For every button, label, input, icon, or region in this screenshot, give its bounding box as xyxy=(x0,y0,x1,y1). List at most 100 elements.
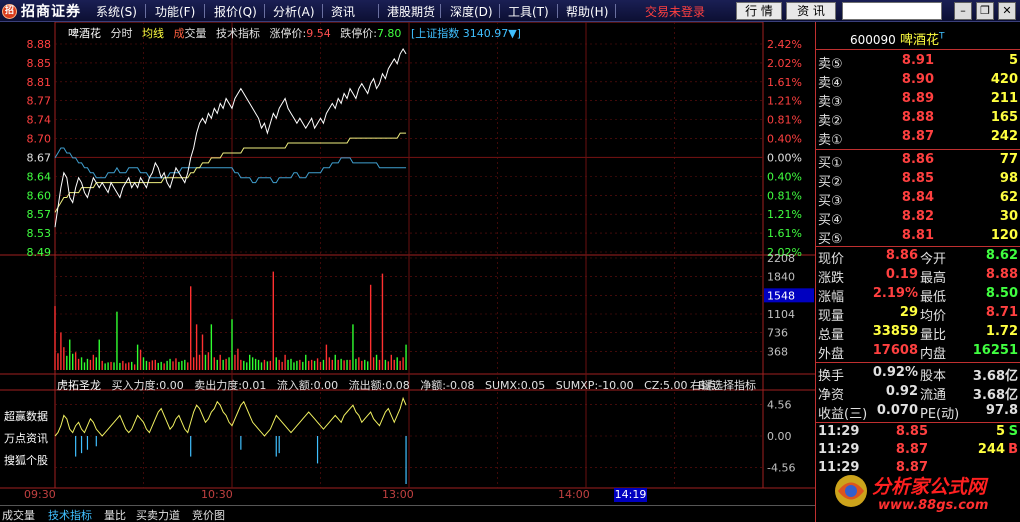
bid-price: 8.86 xyxy=(901,152,934,167)
y-tick-label: 8.81 xyxy=(27,76,52,89)
y-right-tick-label: 0.00% xyxy=(767,151,802,164)
menu-news[interactable]: 资讯 xyxy=(331,3,355,20)
y-right-tick-label: 1.21% xyxy=(767,95,802,108)
restore-icon[interactable]: ❐ xyxy=(976,2,994,20)
sumx: SUMX:0.05 xyxy=(484,379,546,392)
stat-row: 现价 8.86 今开 8.62 xyxy=(816,248,1020,267)
ask-label: 卖② xyxy=(818,114,843,129)
bid-price: 8.85 xyxy=(901,171,934,186)
tick-side: B xyxy=(1008,442,1018,457)
inflow: 流入额:0.00 xyxy=(276,379,339,392)
stat-label: 涨幅 xyxy=(818,290,845,305)
menu-tools[interactable]: 工具(T) xyxy=(508,3,549,20)
menu-system[interactable]: 系统(S) xyxy=(96,3,137,20)
volume-label-b: 交量 xyxy=(184,27,207,40)
index-readout[interactable]: [上证指数 3140.97▼] xyxy=(411,27,521,40)
menu-bar: 招 招商证券 系统(S) 功能(F) 报价(Q) 分析(A) 资讯 港股期货 深… xyxy=(0,0,1020,22)
tab-tech-indicator[interactable]: 技术指标 xyxy=(48,507,92,522)
y-right-tick-label: 1.61% xyxy=(767,76,802,89)
y-right-tick-label: 1.61% xyxy=(767,227,802,240)
time-label-1300: 13:00 xyxy=(382,488,414,501)
ask-volume: 5 xyxy=(1008,53,1018,68)
app-logo: 招 招商证券 xyxy=(2,2,81,20)
tech-indicator-label[interactable]: 技术指标 xyxy=(216,27,260,40)
search-input[interactable] xyxy=(842,2,942,20)
avg-line-label[interactable]: 均线 xyxy=(142,27,164,40)
indicator-name[interactable]: 虎拓圣龙 xyxy=(57,379,101,392)
ask-label: 卖④ xyxy=(818,76,843,91)
menu-help[interactable]: 帮助(H) xyxy=(566,3,608,20)
limit-down-value: 7.80 xyxy=(376,27,402,40)
tick-price: 8.85 xyxy=(895,424,928,439)
y-right-tick-label: 0.40% xyxy=(767,170,802,183)
stat-row: 涨幅 2.19% 最低 8.50 xyxy=(816,286,1020,305)
quote-button[interactable]: 行 情 xyxy=(736,2,782,20)
y-tick-label: 8.67 xyxy=(27,151,52,164)
menu-analysis[interactable]: 分析(A) xyxy=(273,3,315,20)
menu-hk-futures[interactable]: 港股期货 xyxy=(387,3,435,20)
ask-row[interactable]: 卖⑤ 8.91 5 xyxy=(816,53,1020,72)
menu-quote[interactable]: 报价(Q) xyxy=(214,3,257,20)
stat-value: 97.8 xyxy=(985,403,1018,418)
stat-label: 涨跌 xyxy=(818,271,845,286)
time-label-1030: 10:30 xyxy=(201,488,233,501)
cz: CZ:5.00 xyxy=(644,379,688,392)
bid-volume: 120 xyxy=(990,228,1018,243)
tick-vol: 244 xyxy=(977,442,1005,457)
stat-value: 33859 xyxy=(872,324,918,339)
side-link-chaoying[interactable]: 超赢数据 xyxy=(4,408,48,424)
bid-row[interactable]: 买① 8.86 77 xyxy=(816,152,1020,171)
tab-volume-ratio[interactable]: 量比 xyxy=(104,507,126,522)
indicator-select-hint[interactable]: 右键选择指标 xyxy=(690,377,756,393)
y-tick-label: 8.49 xyxy=(27,246,52,259)
stat-value: 2.19% xyxy=(872,286,918,301)
y-right-tick-label: 0.81% xyxy=(767,114,802,127)
stat-value: 16251 xyxy=(972,343,1018,358)
tick-row: 11:29 8.87 244 B xyxy=(816,442,1020,461)
stat-label: 现量 xyxy=(818,309,845,324)
bid-label: 买⑤ xyxy=(818,232,843,247)
ask-volume: 211 xyxy=(990,91,1018,106)
tick-row: 11:29 8.85 5 S xyxy=(816,424,1020,443)
tick-side: S xyxy=(1008,424,1018,439)
login-status[interactable]: 交易未登录 xyxy=(645,3,705,20)
stock-code: 600090 xyxy=(850,33,896,47)
menu-function[interactable]: 功能(F) xyxy=(155,3,195,20)
bid-row[interactable]: 买② 8.85 98 xyxy=(816,171,1020,190)
tick-time: 11:29 xyxy=(818,442,860,457)
intraday-chart[interactable]: 8.88 2.42% 8.85 2.02% 8.81 1.61% 8.77 1.21% 8.74… xyxy=(0,22,815,522)
bid-label: 买① xyxy=(818,156,843,171)
stat-label: 流通 xyxy=(920,388,947,403)
bid-volume: 62 xyxy=(999,190,1018,205)
tab-auction-chart[interactable]: 竞价图 xyxy=(192,507,225,522)
minimize-icon[interactable]: – xyxy=(954,2,972,20)
ask-row[interactable]: 卖③ 8.89 211 xyxy=(816,91,1020,110)
side-link-sohu[interactable]: 搜狐个股 xyxy=(4,452,48,468)
ask-row[interactable]: 卖② 8.88 165 xyxy=(816,110,1020,129)
bid-row[interactable]: 买③ 8.84 62 xyxy=(816,190,1020,209)
bottom-tab-bar: 成交量 技术指标 量比 买卖力道 竞价图 xyxy=(0,505,815,522)
stat-value: 3.68亿 xyxy=(972,369,1018,384)
bid-row[interactable]: 买④ 8.82 30 xyxy=(816,209,1020,228)
bid-price: 8.81 xyxy=(901,228,934,243)
side-link-wandian[interactable]: 万点资讯 xyxy=(4,430,48,446)
time-axis: 09:30 10:30 13:00 14:00 14:19 xyxy=(0,488,815,502)
bid-price: 8.82 xyxy=(901,209,934,224)
limit-up-label: 涨停价: xyxy=(269,27,307,40)
ask-label: 卖① xyxy=(818,133,843,148)
news-button[interactable]: 资 讯 xyxy=(786,2,836,20)
menu-depth[interactable]: 深度(D) xyxy=(450,3,493,20)
ask-volume: 420 xyxy=(990,72,1018,87)
bid-row[interactable]: 买⑤ 8.81 120 xyxy=(816,228,1020,247)
y-tick-label: 8.60 xyxy=(27,189,52,202)
ask-row[interactable]: 卖④ 8.90 420 xyxy=(816,72,1020,91)
ask-row[interactable]: 卖① 8.87 242 xyxy=(816,129,1020,148)
sell-power: 卖出力度:0.01 xyxy=(194,379,267,392)
close-icon[interactable]: ✕ xyxy=(998,2,1016,20)
logo-icon: 招 xyxy=(2,3,17,19)
tab-volume[interactable]: 成交量 xyxy=(2,507,35,522)
tab-buy-sell-force[interactable]: 买卖力道 xyxy=(136,507,180,522)
stat-row: 现量 29 均价 8.71 xyxy=(816,305,1020,324)
stat-label: 最低 xyxy=(920,290,947,305)
mode-label[interactable]: 分时 xyxy=(111,27,133,40)
